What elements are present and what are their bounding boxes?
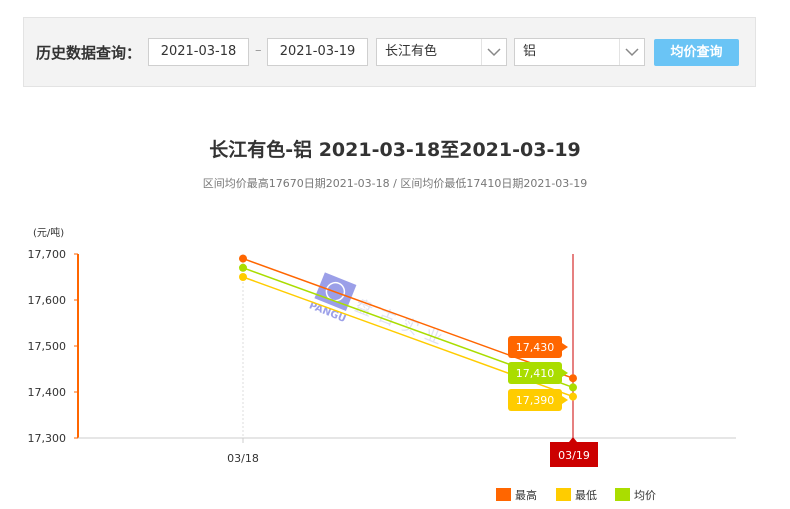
value-label: 17,390 bbox=[516, 394, 555, 407]
series-line bbox=[242, 257, 574, 379]
data-point bbox=[569, 383, 577, 392]
data-point bbox=[569, 392, 577, 401]
y-tick-label: 17,500 bbox=[28, 340, 67, 353]
data-point bbox=[569, 374, 577, 383]
y-axis-unit-label: (元/吨) bbox=[33, 226, 64, 239]
price-line-chart: PANGU 盘古实业(元/吨)17,30017,40017,50017,60017… bbox=[28, 226, 736, 502]
legend-label: 最高 bbox=[515, 488, 537, 502]
y-tick-label: 17,400 bbox=[28, 386, 67, 399]
legend-swatch bbox=[615, 488, 630, 501]
data-point bbox=[239, 254, 247, 263]
value-label-pointer bbox=[562, 396, 568, 404]
value-label-pointer bbox=[562, 343, 568, 351]
y-tick-label: 17,300 bbox=[28, 432, 67, 445]
data-point bbox=[239, 273, 247, 281]
legend-swatch bbox=[556, 488, 571, 501]
y-tick-label: 17,600 bbox=[28, 294, 67, 307]
value-label: 17,410 bbox=[516, 367, 555, 380]
legend-label: 均价 bbox=[634, 489, 656, 502]
legend-label: 最低 bbox=[575, 489, 597, 502]
y-tick-label: 17,700 bbox=[28, 248, 67, 261]
watermark-company-text: 盘古实业 bbox=[352, 296, 452, 352]
x-tick-label: 03/18 bbox=[227, 452, 259, 465]
legend-swatch bbox=[496, 488, 511, 501]
value-label: 17,430 bbox=[516, 341, 555, 354]
crosshair-label: 03/19 bbox=[558, 449, 590, 462]
data-point bbox=[239, 263, 247, 272]
